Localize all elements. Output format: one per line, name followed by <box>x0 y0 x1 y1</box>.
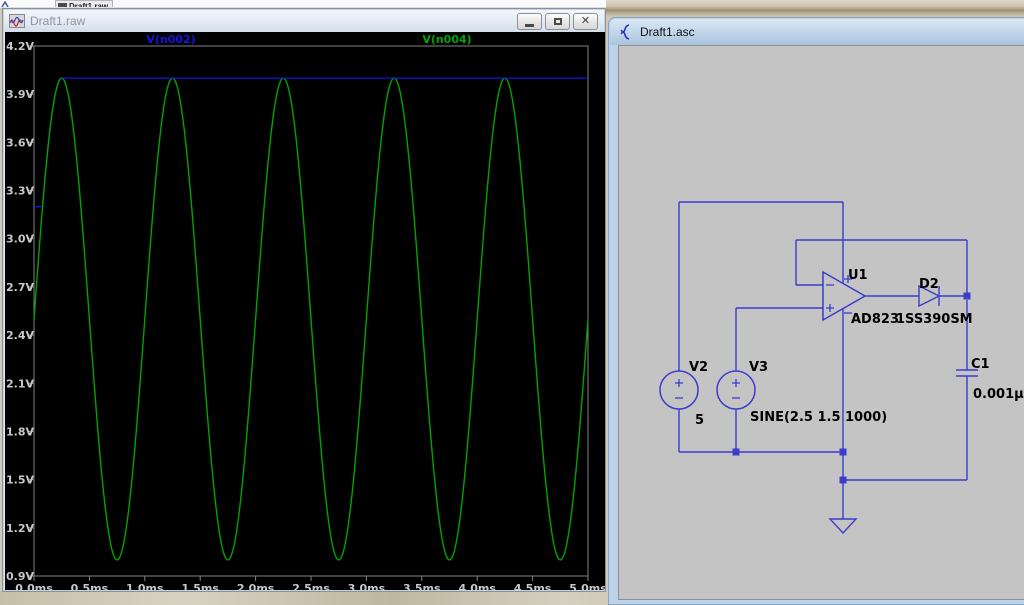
close-button[interactable]: ✕ <box>573 13 598 30</box>
x-tick-label: 0.0ms <box>15 582 53 590</box>
y-tick-label: 1.8V <box>6 425 34 438</box>
desktop-wallpaper-top <box>604 0 1024 18</box>
y-tick-label: 2.4V <box>6 329 34 342</box>
wire-junction[interactable] <box>732 448 740 456</box>
waveform-window-title: Draft1.raw <box>30 14 86 28</box>
restore-button[interactable] <box>545 13 570 30</box>
voltage-source-V3[interactable] <box>716 370 756 410</box>
x-tick-label: 4.0ms <box>458 582 496 590</box>
component-ref-V3[interactable]: V3 <box>749 360 768 375</box>
schematic-window-titlebar[interactable]: Draft1.asc <box>610 19 1024 45</box>
schematic-window-icon <box>620 24 630 40</box>
minimize-icon <box>525 23 534 27</box>
y-tick-label: 4.2V <box>6 40 34 53</box>
window-buttons: ✕ <box>517 13 598 30</box>
waveform-plot-area[interactable]: 4.2V 3.9V 3.6V 3.3V 3.0V 2.7V 2.4V 2.1V 1.8V 1.5V… <box>5 32 605 590</box>
x-tick-label: 5.0ms <box>569 582 605 590</box>
waveform-window: Draft1.raw ✕ 4.2V 3.9V 3.6V 3.3V 3.0V 2.7V 2.4… <box>2 8 606 592</box>
y-tick-label: 3.3V <box>6 185 34 198</box>
minimize-button[interactable] <box>517 13 542 30</box>
y-tick-label: 2.1V <box>6 377 34 390</box>
component-ref-D2[interactable]: D2 <box>919 277 939 292</box>
voltage-source-V2[interactable] <box>659 370 699 410</box>
y-tick-label: 3.9V <box>6 88 34 101</box>
x-tick-label: 3.5ms <box>403 582 441 590</box>
component-value-U1[interactable]: AD823 <box>851 312 899 327</box>
waveform-window-icon <box>9 14 25 28</box>
cutoff-document-tab[interactable]: Draft1.raw <box>55 0 113 7</box>
wire-junction[interactable] <box>839 476 847 484</box>
x-tick-label: 1.0ms <box>126 582 164 590</box>
component-value-C1[interactable]: 0.001µ <box>973 387 1024 402</box>
y-tick-label: 1.5V <box>6 474 34 487</box>
restore-icon <box>553 18 562 25</box>
trace-V(n002)-rise[interactable] <box>34 77 62 208</box>
waveform-window-titlebar[interactable]: Draft1.raw ✕ <box>4 10 604 32</box>
cutoff-app-icon <box>1 1 9 7</box>
wire-junction[interactable] <box>839 448 847 456</box>
y-tick-label: 3.0V <box>6 233 34 246</box>
schematic-svg[interactable]: U1 AD823 D2 1SS390SM C1 0.001µ V2 5 V3 SINE(2.5 1… <box>619 46 1024 600</box>
ground-symbol[interactable] <box>828 518 858 535</box>
component-value-V3[interactable]: SINE(2.5 1.5 1000) <box>750 410 887 425</box>
legend-V(n002)[interactable]: V(n002) <box>146 33 195 46</box>
schematic-window: Draft1.asc U1 AD823 D2 1SS390SM C1 0.001µ V2 5 V… <box>608 17 1024 605</box>
x-tick-label: 0.5ms <box>71 582 109 590</box>
x-tick-label: 3.0ms <box>348 582 386 590</box>
component-value-D2[interactable]: 1SS390SM <box>896 312 973 327</box>
x-tick-label: 4.5ms <box>514 582 552 590</box>
component-ref-V2[interactable]: V2 <box>689 360 708 375</box>
component-ref-U1[interactable]: U1 <box>848 268 868 283</box>
trace-V(n004)[interactable] <box>33 77 589 561</box>
x-tick-label: 2.5ms <box>292 582 330 590</box>
waveform-plot-svg[interactable]: 4.2V 3.9V 3.6V 3.3V 3.0V 2.7V 2.4V 2.1V 1.8V 1.5V… <box>5 32 605 590</box>
y-tick-label: 1.2V <box>6 522 34 535</box>
legend-V(n004)[interactable]: V(n004) <box>422 33 471 46</box>
x-tick-label: 2.0ms <box>237 582 275 590</box>
close-icon: ✕ <box>580 15 591 27</box>
component-value-V2[interactable]: 5 <box>695 413 704 428</box>
wire-junction[interactable] <box>963 292 971 300</box>
cutoff-app-chrome-strip: Draft1.raw <box>0 0 606 8</box>
schematic-window-title: Draft1.asc <box>640 25 695 39</box>
schematic-canvas[interactable]: U1 AD823 D2 1SS390SM C1 0.001µ V2 5 V3 SINE(2.5 1… <box>618 45 1024 600</box>
component-ref-C1[interactable]: C1 <box>971 357 990 372</box>
x-tick-label: 1.5ms <box>181 582 219 590</box>
y-tick-label: 2.7V <box>6 281 34 294</box>
y-tick-label: 3.6V <box>6 136 34 149</box>
